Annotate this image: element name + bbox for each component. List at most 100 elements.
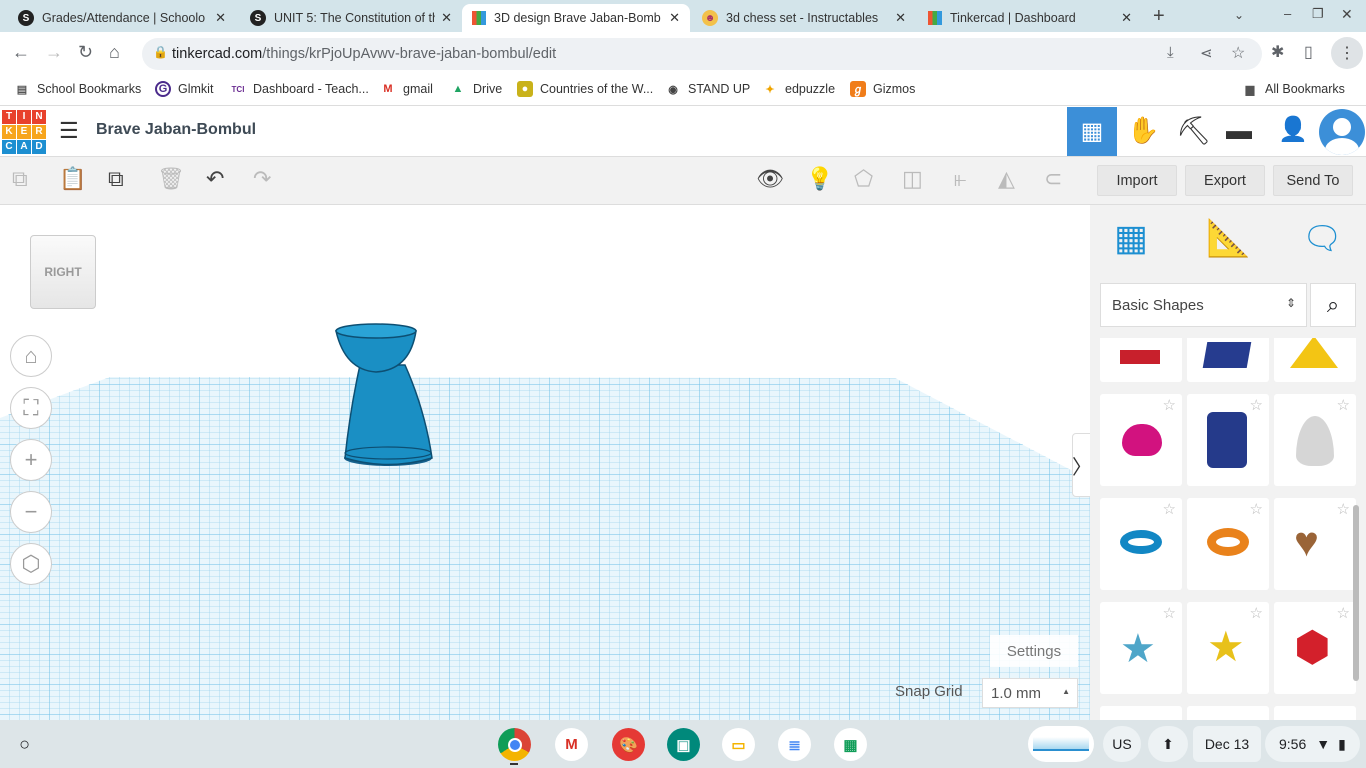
favorite-star-icon[interactable]: ☆ — [1163, 396, 1176, 414]
shape-more[interactable] — [1274, 706, 1356, 720]
redo-icon[interactable]: ↷ — [253, 166, 271, 192]
ungroup-icon[interactable]: ◫ — [902, 166, 923, 192]
menu-icon[interactable]: ⋮ — [1331, 37, 1363, 69]
bookmark-gimkit[interactable]: G Glmkit — [155, 81, 213, 97]
workplane-icon[interactable]: ▦ — [1114, 217, 1148, 259]
tab-chess-set[interactable]: ☻ 3d chess set - Instructables ✕ — [692, 4, 916, 32]
import-button[interactable]: Import — [1097, 165, 1177, 196]
shape-icosahedron[interactable]: ☆ ⬢ — [1274, 602, 1356, 694]
status-tray[interactable]: 9:56 ▼ ▮ — [1265, 726, 1360, 762]
favorite-star-icon[interactable]: ☆ — [1337, 396, 1350, 414]
export-button[interactable]: Export — [1185, 165, 1265, 196]
settings-button[interactable]: Settings — [990, 635, 1078, 667]
ruler-icon[interactable]: 📐 — [1206, 217, 1251, 259]
favorite-star-icon[interactable]: ☆ — [1337, 500, 1350, 518]
favorite-star-icon[interactable]: ☆ — [1250, 396, 1263, 414]
3d-design-view-button[interactable]: ▦ — [1067, 107, 1117, 156]
favorite-star-icon[interactable]: ☆ — [1163, 604, 1176, 622]
home-icon[interactable]: ⌂ — [109, 42, 120, 63]
search-button[interactable]: ⌕ — [1310, 283, 1356, 327]
bookmark-standup[interactable]: ◉ STAND UP — [665, 81, 750, 97]
codeblocks-pickaxe-icon[interactable]: ⛏ — [1176, 114, 1212, 147]
notes-eye-icon[interactable]: 👁 — [756, 166, 784, 192]
notes-icon[interactable]: 🗨 — [1302, 219, 1343, 257]
shape-star-yellow[interactable]: ☆ ★ — [1187, 602, 1269, 694]
canvas-app[interactable]: 🎨 — [612, 728, 645, 761]
fit-view-button[interactable]: ⛶ — [10, 387, 52, 429]
close-tab-icon[interactable]: ✕ — [441, 10, 452, 26]
tab-unit5[interactable]: S UNIT 5: The Constitution of th ✕ — [240, 4, 462, 32]
restore-button[interactable]: ❐ — [1312, 6, 1324, 22]
minimize-button[interactable]: – — [1284, 6, 1291, 21]
favorite-star-icon[interactable]: ☆ — [1337, 604, 1350, 622]
sheets-app[interactable]: ▦ — [834, 728, 867, 761]
shape-polygon[interactable]: ☆ — [1187, 394, 1269, 486]
slides-app[interactable]: ▭ — [722, 728, 755, 761]
ime-indicator[interactable]: US — [1103, 726, 1141, 762]
reload-icon[interactable]: ↻ — [78, 42, 93, 63]
screen-capture-tray[interactable] — [1028, 726, 1094, 762]
update-button[interactable]: ⬆ — [1148, 726, 1188, 762]
avatar[interactable] — [1319, 109, 1365, 155]
share-icon[interactable]: ⋖ — [1200, 44, 1213, 62]
classroom-app[interactable]: ▣ — [667, 728, 700, 761]
send-to-button[interactable]: Send To — [1273, 165, 1353, 196]
workplane-viewport[interactable]: RIGHT ⌂ ⛶ + − ⬡ Settings Snap Grid 1.0 m… — [0, 205, 1090, 720]
forward-icon[interactable]: → — [45, 42, 63, 63]
chrome-app[interactable] — [498, 728, 531, 761]
shape-library-select[interactable]: Basic Shapes ⇕ — [1100, 283, 1307, 327]
shape-text[interactable] — [1100, 338, 1182, 382]
bookmark-gmail[interactable]: Mgmail — [380, 81, 432, 97]
new-tab-button[interactable]: + — [1153, 5, 1165, 28]
shape-tube[interactable]: ☆ — [1187, 498, 1269, 590]
side-panel-icon[interactable]: ▯ — [1304, 42, 1313, 62]
shape-half-sphere[interactable]: ☆ — [1100, 394, 1182, 486]
gmail-app[interactable]: M — [555, 728, 588, 761]
design-list-icon[interactable]: ☰ — [59, 118, 79, 144]
paste-icon[interactable]: 📋 — [59, 166, 86, 192]
mirror-icon[interactable]: ◭ — [998, 166, 1015, 192]
bookmark-gizmos[interactable]: ℊ Gizmos — [850, 81, 915, 97]
bricks-icon[interactable]: ▬ — [1226, 115, 1252, 146]
workplane-grid[interactable] — [0, 205, 1090, 720]
circuits-icon[interactable]: ✋ — [1127, 115, 1159, 146]
all-bookmarks[interactable]: ▆ All Bookmarks — [1242, 81, 1345, 97]
tab-3d-design[interactable]: 3D design Brave Jaban-Bomb ✕ — [462, 4, 690, 32]
bookmark-star-icon[interactable]: ☆ — [1231, 43, 1245, 63]
shape-more[interactable] — [1100, 706, 1182, 720]
group-icon[interactable]: ⬠ — [854, 166, 873, 192]
tab-grades[interactable]: S Grades/Attendance | Schoolo ✕ — [8, 4, 236, 32]
align-icon[interactable]: ⫦ — [954, 166, 966, 192]
close-tab-icon[interactable]: ✕ — [669, 10, 680, 26]
add-user-icon[interactable]: 👤 — [1278, 115, 1308, 144]
tab-dashboard[interactable]: Tinkercad | Dashboard ✕ — [918, 4, 1142, 32]
extensions-icon[interactable]: ✱ — [1271, 42, 1284, 62]
shape-paraboloid[interactable]: ☆ — [1274, 394, 1356, 486]
favorite-star-icon[interactable]: ☆ — [1163, 500, 1176, 518]
install-icon[interactable]: ⤓ — [1167, 44, 1174, 61]
bookmark-edpuzzle[interactable]: ✦ edpuzzle — [762, 81, 835, 97]
delete-icon[interactable]: 🗑 — [157, 166, 185, 192]
bookmark-drive[interactable]: ▲ Drive — [450, 81, 503, 97]
shape-star[interactable]: ☆ ★ — [1100, 602, 1182, 694]
favorite-star-icon[interactable]: ☆ — [1250, 500, 1263, 518]
shape-pyramid[interactable] — [1274, 338, 1356, 382]
bookmark-countries[interactable]: ● Countries of the W... — [517, 81, 653, 97]
shape-box[interactable] — [1187, 338, 1269, 382]
undo-icon[interactable]: ↶ — [206, 166, 224, 192]
zoom-out-button[interactable]: − — [10, 491, 52, 533]
address-bar[interactable]: 🔒 tinkercad.com/things/krPjoUpAvwv-brave… — [142, 38, 1262, 70]
home-view-button[interactable]: ⌂ — [10, 335, 52, 377]
back-icon[interactable]: ← — [12, 42, 30, 63]
shape-torus[interactable]: ☆ — [1100, 498, 1182, 590]
bookmark-school[interactable]: ▤ School Bookmarks — [14, 81, 141, 97]
tab-search-icon[interactable]: ⌄ — [1234, 8, 1244, 22]
close-window-button[interactable]: ✕ — [1341, 6, 1353, 23]
date-button[interactable]: Dec 13 — [1193, 726, 1261, 762]
docs-app[interactable]: ≣ — [778, 728, 811, 761]
panel-scrollbar[interactable] — [1353, 505, 1359, 681]
light-bulb-icon[interactable]: 💡 — [806, 166, 833, 192]
design-title[interactable]: Brave Jaban-Bombul — [96, 121, 256, 139]
tinkercad-logo[interactable]: T I N K E R C A D — [2, 110, 46, 154]
favorite-star-icon[interactable]: ☆ — [1250, 604, 1263, 622]
